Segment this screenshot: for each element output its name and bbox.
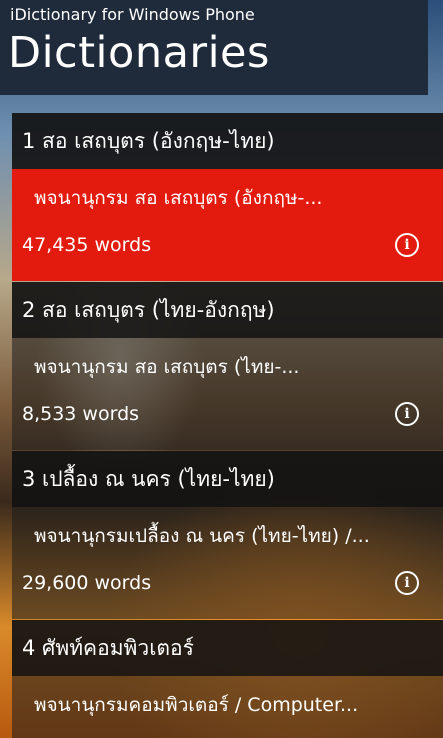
dictionary-item-2[interactable]: 2 สอ เสถบุตร (ไทย-อังกฤษ) พจนานุกรม สอ เ… xyxy=(12,282,443,450)
word-count: 8,533 words xyxy=(22,403,140,425)
word-count: 29,600 words xyxy=(22,572,152,594)
dictionary-detail[interactable]: พจนานุกรม สอ เสถบุตร (ไทย-... 8,533 word… xyxy=(12,338,443,450)
info-icon[interactable]: i xyxy=(395,233,419,257)
dictionary-description: พจนานุกรมเปลื้อง ณ นคร (ไทย-ไทย) /... xyxy=(34,525,370,547)
dictionary-description: พจนานุกรมคอมพิวเตอร์ / Computer... xyxy=(34,694,359,716)
info-icon[interactable]: i xyxy=(395,571,419,595)
dictionary-detail[interactable]: พจนานุกรม สอ เสถบุตร (อังกฤษ-... 47,435 … xyxy=(12,169,443,281)
page-title: Dictionaries xyxy=(8,28,270,78)
dictionary-item-4[interactable]: 4 ศัพท์คอมพิวเตอร์ พจนานุกรมคอมพิวเตอร์ … xyxy=(12,620,443,738)
app-header: iDictionary for Windows Phone Dictionari… xyxy=(0,0,428,95)
dictionary-name: 1 สอ เสถบุตร (อังกฤษ-ไทย) xyxy=(12,113,443,169)
dictionary-detail[interactable]: พจนานุกรมเปลื้อง ณ นคร (ไทย-ไทย) /... 29… xyxy=(12,507,443,619)
app-title: iDictionary for Windows Phone xyxy=(10,5,255,24)
dictionary-detail[interactable]: พจนานุกรมคอมพิวเตอร์ / Computer... xyxy=(12,676,443,738)
info-icon[interactable]: i xyxy=(395,402,419,426)
dictionary-name: 4 ศัพท์คอมพิวเตอร์ xyxy=(12,620,443,676)
word-count: 47,435 words xyxy=(22,234,152,256)
dictionary-item-3[interactable]: 3 เปลื้อง ณ นคร (ไทย-ไทย) พจนานุกรมเปลื้… xyxy=(12,451,443,619)
dictionary-item-1[interactable]: 1 สอ เสถบุตร (อังกฤษ-ไทย) พจนานุกรม สอ เ… xyxy=(12,113,443,281)
dictionary-description: พจนานุกรม สอ เสถบุตร (ไทย-... xyxy=(34,356,300,378)
dictionary-name: 3 เปลื้อง ณ นคร (ไทย-ไทย) xyxy=(12,451,443,507)
dictionary-description: พจนานุกรม สอ เสถบุตร (อังกฤษ-... xyxy=(34,187,323,209)
dictionary-name: 2 สอ เสถบุตร (ไทย-อังกฤษ) xyxy=(12,282,443,338)
